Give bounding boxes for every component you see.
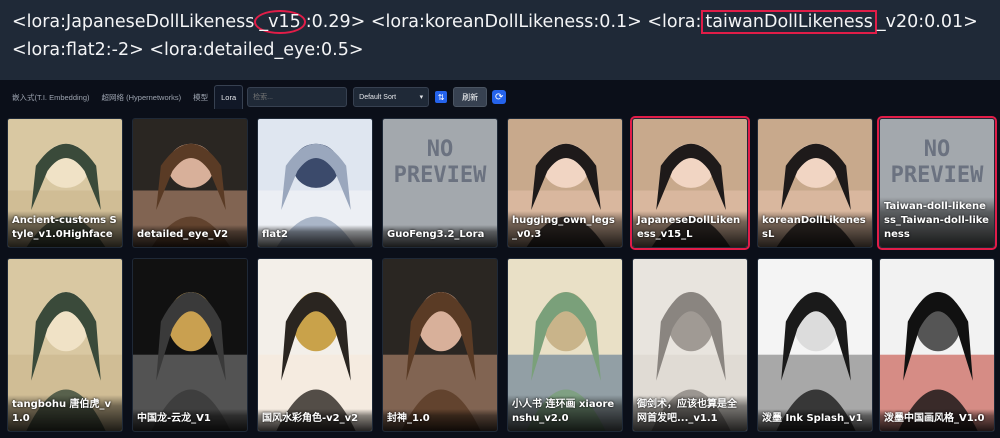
lora-card[interactable]: tangbohu 唐伯虎_v1.0	[7, 258, 123, 432]
no-preview-text: PREVIEW	[393, 163, 487, 188]
prompt-seg: _v20:0.01>	[876, 12, 978, 32]
lora-card[interactable]: NO PREVIEW Taiwan-doll-likeness_Taiwan-dol…	[877, 116, 997, 250]
card-thumbnail	[758, 259, 872, 431]
prompt-text[interactable]: <lora:JapaneseDollLikeness _v15:0.29> <lo…	[0, 0, 1000, 80]
card-name: JapaneseDollLikeness_v15_L	[633, 211, 747, 247]
prompt-circled-version: _v15	[254, 10, 306, 34]
lora-card[interactable]: 泼墨 Ink Splash_v1	[757, 258, 873, 432]
tab-hypernetworks[interactable]: 超网络 (Hypernetworks)	[96, 85, 188, 109]
tab-checkpoints[interactable]: 模型	[187, 85, 214, 109]
sort-direction-icon[interactable]: ⇅	[435, 91, 448, 103]
tab-embedding[interactable]: 嵌入式(T.I. Embedding)	[6, 85, 96, 109]
card-name: GuoFeng3.2_Lora	[383, 225, 497, 247]
card-name: 封神_1.0	[383, 409, 497, 431]
card-name: 中国龙-云龙_V1	[133, 409, 247, 431]
lora-card[interactable]: 泼墨中国画风格_V1.0	[879, 258, 995, 432]
lora-card[interactable]: JapaneseDollLikeness_v15_L	[630, 116, 750, 250]
lora-card[interactable]: NO PREVIEW GuoFeng3.2_Lora	[382, 118, 498, 248]
card-name: tangbohu 唐伯虎_v1.0	[8, 395, 122, 431]
lora-card[interactable]: 中国龙-云龙_V1	[132, 258, 248, 432]
card-thumbnail	[133, 259, 247, 431]
card-name: Ancient-customs Style_v1.0Highface	[8, 211, 122, 247]
prompt-boxed-name: taiwanDollLikeness	[701, 10, 877, 34]
sort-select[interactable]: Default Sort ▾	[353, 87, 430, 107]
lora-card[interactable]: detailed_eye_V2	[132, 118, 248, 248]
lora-card[interactable]: Ancient-customs Style_v1.0Highface	[7, 118, 123, 248]
prompt-line-2: <lora:flat2:-2> <lora:detailed_eye:0.5>	[12, 40, 364, 60]
card-name: Taiwan-doll-likeness_Taiwan-doll-likenes…	[880, 197, 994, 247]
prompt-seg: :0.29> <lora:koreanDollLikeness:0.1> <lo…	[305, 12, 702, 32]
chevron-down-icon: ▾	[419, 94, 424, 101]
card-name: detailed_eye_V2	[133, 225, 247, 247]
card-name: 国风水彩角色-v2_v2	[258, 409, 372, 431]
card-thumbnail	[880, 259, 994, 431]
lora-card[interactable]: 国风水彩角色-v2_v2	[257, 258, 373, 432]
cycle-icon[interactable]: ⟳	[492, 90, 507, 104]
no-preview-text: PREVIEW	[890, 163, 984, 188]
sort-select-value: Default Sort	[359, 93, 397, 101]
prompt-seg: <lora:JapaneseDollLikeness	[12, 12, 255, 32]
refresh-button[interactable]: 刷新	[453, 87, 488, 107]
no-preview-text: NO	[923, 137, 951, 162]
card-name: 御剑术，应该也算是全网首发吧..._v1.1	[633, 395, 747, 431]
card-thumbnail	[383, 259, 497, 431]
search-input[interactable]	[247, 87, 348, 107]
prompt-line-1: <lora:JapaneseDollLikeness _v15:0.29> <lo…	[12, 8, 988, 36]
card-name: 泼墨中国画风格_V1.0	[880, 409, 994, 431]
card-name: flat2	[258, 225, 372, 247]
card-name: 小人书 连环画 xiaorenshu_v2.0	[508, 395, 622, 431]
lora-card[interactable]: flat2	[257, 118, 373, 248]
no-preview-text: NO	[426, 137, 454, 162]
tab-lora[interactable]: Lora	[214, 85, 244, 109]
card-thumbnail	[258, 259, 372, 431]
lora-card[interactable]: koreanDollLikenessL	[757, 118, 873, 248]
card-name: koreanDollLikenessL	[758, 211, 872, 247]
card-name: 泼墨 Ink Splash_v1	[758, 409, 872, 431]
card-name: hugging_own_legs_v0.3	[508, 211, 622, 247]
lora-card[interactable]: 封神_1.0	[382, 258, 498, 432]
lora-card[interactable]: hugging_own_legs_v0.3	[507, 118, 623, 248]
lora-card[interactable]: 御剑术，应该也算是全网首发吧..._v1.1	[632, 258, 748, 432]
lora-card[interactable]: 小人书 连环画 xiaorenshu_v2.0	[507, 258, 623, 432]
extra-networks-tabbar: 嵌入式(T.I. Embedding) 超网络 (Hypernetworks) …	[0, 80, 1000, 114]
